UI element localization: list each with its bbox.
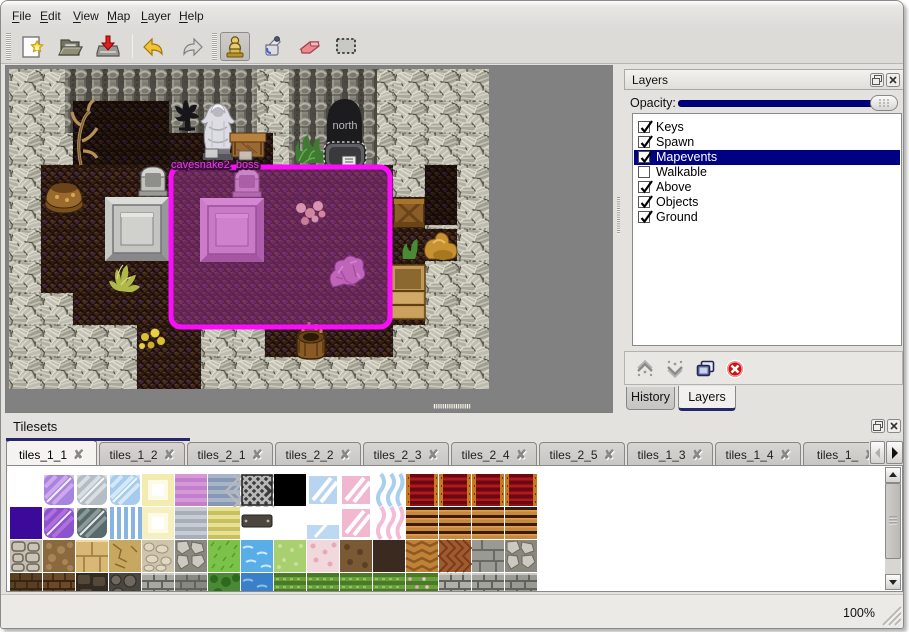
svg-text:cavesnake2_boss: cavesnake2_boss (171, 159, 260, 171)
svg-text:north: north (332, 120, 357, 132)
